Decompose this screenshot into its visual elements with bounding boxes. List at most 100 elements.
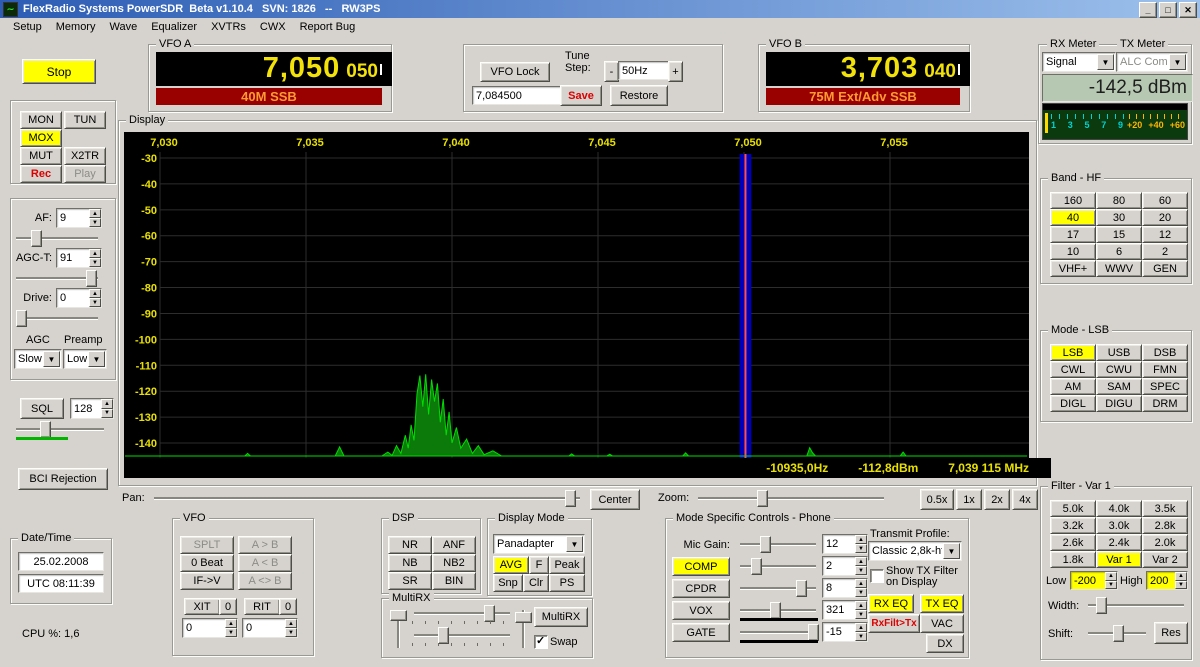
vfo-b-display[interactable]: 3,703 040 bbox=[766, 52, 970, 86]
band-12-button[interactable]: 12 bbox=[1142, 226, 1188, 243]
agc-t-slider[interactable] bbox=[14, 269, 100, 287]
spectrum-plot[interactable]: 7,030 7,035 7,040 7,045 7,050 7,055 -30 -40 -50 -… bbox=[124, 132, 1029, 458]
rxfilt-to-tx-button[interactable]: RxFilt>Tx bbox=[868, 614, 920, 633]
a-to-b-button[interactable]: A > B bbox=[238, 536, 292, 554]
maximize-icon[interactable]: □ bbox=[1159, 2, 1177, 18]
mic-gain-spinner[interactable]: 12 ▲ ▼ bbox=[822, 534, 868, 554]
a-swap-b-button[interactable]: A <> B bbox=[238, 572, 292, 590]
clear-button[interactable]: Clr bbox=[523, 574, 549, 592]
band-15-button[interactable]: 15 bbox=[1096, 226, 1142, 243]
stop-button[interactable]: Stop bbox=[22, 59, 96, 84]
zoom-0-5x-button[interactable]: 0.5x bbox=[920, 489, 954, 510]
filter-2-8k-button[interactable]: 2.8k bbox=[1142, 517, 1188, 534]
rit-clear-button[interactable]: 0 bbox=[279, 598, 297, 615]
multirx-pan-main-slider[interactable] bbox=[389, 608, 407, 650]
filter-3k-button[interactable]: 3.0k bbox=[1096, 517, 1142, 534]
comp-slider[interactable] bbox=[738, 557, 818, 575]
sql-slider[interactable] bbox=[14, 420, 106, 438]
bci-rejection-button[interactable]: BCI Rejection bbox=[18, 468, 108, 490]
rx-eq-button[interactable]: RX EQ bbox=[868, 594, 914, 613]
filter-var1-button[interactable]: Var 1 bbox=[1096, 551, 1142, 568]
transmit-profile-select[interactable]: Classic 2,8k-hf ▼ bbox=[868, 541, 962, 561]
cpdr-slider[interactable] bbox=[738, 579, 818, 597]
comp-spinner[interactable]: 2 ▲ ▼ bbox=[822, 556, 868, 576]
xit-spinner[interactable]: 0 ▲ ▼ bbox=[182, 618, 238, 638]
tx-eq-button[interactable]: TX EQ bbox=[920, 594, 964, 613]
sr-button[interactable]: SR bbox=[388, 572, 432, 590]
mut-button[interactable]: MUT bbox=[20, 147, 62, 165]
nb-button[interactable]: NB bbox=[388, 554, 432, 572]
mon-button[interactable]: MON bbox=[20, 111, 62, 129]
band-vhf-button[interactable]: VHF+ bbox=[1050, 260, 1096, 277]
agc-select[interactable]: Slow ▼ bbox=[14, 349, 62, 369]
center-button[interactable]: Center bbox=[590, 489, 640, 510]
x2tr-button[interactable]: X2TR bbox=[64, 147, 106, 165]
tune-step-up-button[interactable]: + bbox=[668, 61, 683, 82]
mode-sam-button[interactable]: SAM bbox=[1096, 378, 1142, 395]
band-40-button[interactable]: 40 bbox=[1050, 209, 1096, 226]
mode-cwu-button[interactable]: CWU bbox=[1096, 361, 1142, 378]
filter-var2-button[interactable]: Var 2 bbox=[1142, 551, 1188, 568]
zoom-2x-button[interactable]: 2x bbox=[984, 489, 1010, 510]
zero-beat-button[interactable]: 0 Beat bbox=[180, 554, 234, 572]
freeze-button[interactable]: F bbox=[529, 556, 549, 574]
zoom-1x-button[interactable]: 1x bbox=[956, 489, 982, 510]
rx-meter-select[interactable]: Signal ▼ bbox=[1042, 52, 1116, 72]
af-slider[interactable] bbox=[14, 229, 100, 247]
mode-fmn-button[interactable]: FMN bbox=[1142, 361, 1188, 378]
snap-button[interactable]: Snp bbox=[493, 574, 523, 592]
band-60-button[interactable]: 60 bbox=[1142, 192, 1188, 209]
anf-button[interactable]: ANF bbox=[432, 536, 476, 554]
band-20-button[interactable]: 20 bbox=[1142, 209, 1188, 226]
tx-meter-select[interactable]: ALC Comp▼ bbox=[1116, 52, 1188, 72]
drive-spinner[interactable]: 0 ▲ ▼ bbox=[56, 288, 102, 308]
mode-digu-button[interactable]: DIGU bbox=[1096, 395, 1142, 412]
menu-wave[interactable]: Wave bbox=[102, 20, 144, 34]
sql-button[interactable]: SQL bbox=[20, 398, 64, 419]
band-10-button[interactable]: 10 bbox=[1050, 243, 1096, 260]
nb2-button[interactable]: NB2 bbox=[432, 554, 476, 572]
menu-setup[interactable]: Setup bbox=[6, 20, 49, 34]
filter-shift-slider[interactable] bbox=[1086, 624, 1148, 642]
pan-slider[interactable] bbox=[152, 489, 582, 507]
vac-button[interactable]: VAC bbox=[920, 614, 964, 633]
display-mode-select[interactable]: Panadapter ▼ bbox=[493, 534, 585, 554]
mode-lsb-button[interactable]: LSB bbox=[1050, 344, 1096, 361]
tun-button[interactable]: TUN bbox=[64, 111, 106, 129]
agc-t-spinner[interactable]: 91 ▲ ▼ bbox=[56, 248, 102, 268]
mode-drm-button[interactable]: DRM bbox=[1142, 395, 1188, 412]
comp-button[interactable]: COMP bbox=[672, 557, 730, 576]
play-button[interactable]: Play bbox=[64, 165, 106, 183]
rit-spinner[interactable]: 0 ▲ ▼ bbox=[242, 618, 298, 638]
filter-1-8k-button[interactable]: 1.8k bbox=[1050, 551, 1096, 568]
menu-cwx[interactable]: CWX bbox=[253, 20, 293, 34]
filter-5k-button[interactable]: 5.0k bbox=[1050, 500, 1096, 517]
close-icon[interactable]: ✕ bbox=[1179, 2, 1197, 18]
menu-memory[interactable]: Memory bbox=[49, 20, 103, 34]
vox-button[interactable]: VOX bbox=[672, 601, 730, 620]
cpdr-spinner[interactable]: 8 ▲ ▼ bbox=[822, 578, 868, 598]
menu-xvtrs[interactable]: XVTRs bbox=[204, 20, 253, 34]
multirx-pan-sub-slider[interactable] bbox=[412, 604, 512, 622]
vox-spinner[interactable]: 321 ▲ ▼ bbox=[822, 600, 868, 620]
xit-button[interactable]: XIT bbox=[184, 598, 220, 615]
band-wwv-button[interactable]: WWV bbox=[1096, 260, 1142, 277]
mic-gain-slider[interactable] bbox=[738, 535, 818, 553]
cpdr-button[interactable]: CPDR bbox=[672, 579, 730, 598]
filter-3-5k-button[interactable]: 3.5k bbox=[1142, 500, 1188, 517]
menu-report-bug[interactable]: Report Bug bbox=[293, 20, 363, 34]
mode-am-button[interactable]: AM bbox=[1050, 378, 1096, 395]
filter-2-4k-button[interactable]: 2.4k bbox=[1096, 534, 1142, 551]
mode-spec-button[interactable]: SPEC bbox=[1142, 378, 1188, 395]
mode-cwl-button[interactable]: CWL bbox=[1050, 361, 1096, 378]
band-80-button[interactable]: 80 bbox=[1096, 192, 1142, 209]
drive-slider[interactable] bbox=[14, 309, 100, 327]
band-30-button[interactable]: 30 bbox=[1096, 209, 1142, 226]
dx-button[interactable]: DX bbox=[926, 634, 964, 653]
vfo-lock-button[interactable]: VFO Lock bbox=[480, 62, 550, 82]
rec-button[interactable]: Rec bbox=[20, 165, 62, 183]
zoom-slider[interactable] bbox=[696, 489, 886, 507]
show-tx-filter-checkbox[interactable] bbox=[870, 569, 884, 583]
filter-reset-button[interactable]: Res bbox=[1154, 622, 1188, 644]
preamp-select[interactable]: Low ▼ bbox=[63, 349, 107, 369]
